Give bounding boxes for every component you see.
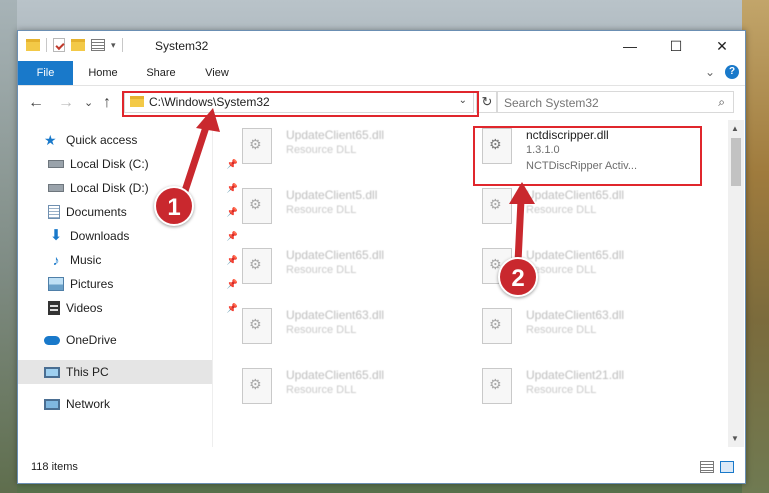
arrow-to-featured-file <box>509 182 535 266</box>
step-2-badge: 2 <box>498 257 538 297</box>
annotation-arrows <box>178 108 535 266</box>
step-1-badge: 1 <box>154 186 194 226</box>
arrow-to-address-bar <box>178 108 220 204</box>
